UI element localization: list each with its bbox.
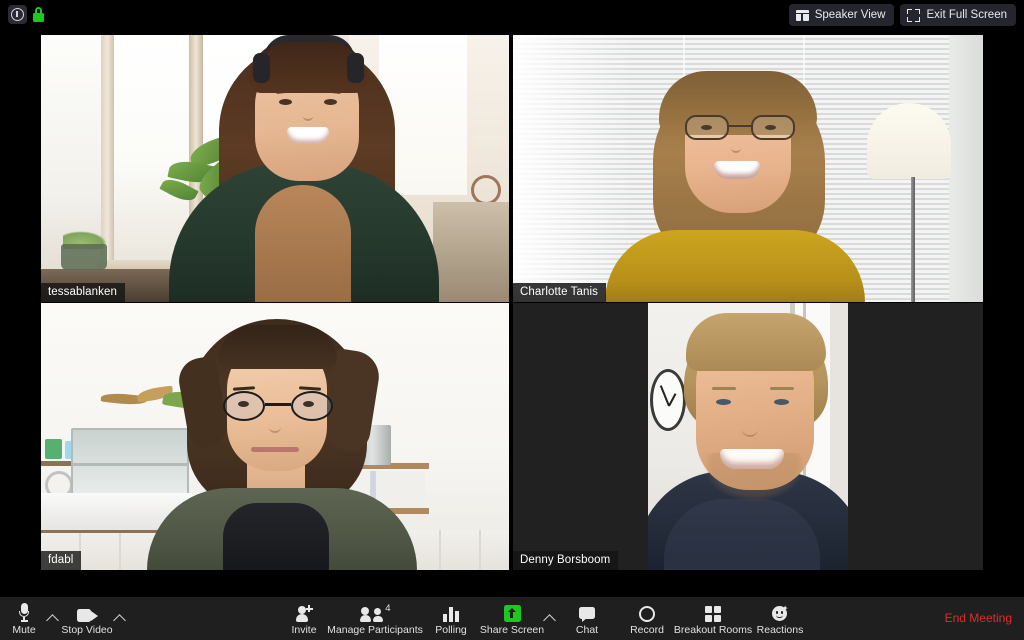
invite-label: Invite xyxy=(291,624,317,636)
breakout-rooms-button[interactable]: Breakout Rooms xyxy=(673,601,753,639)
info-circle-glyph xyxy=(11,8,24,21)
video-camera-icon xyxy=(76,601,98,622)
share-screen-label: Share Screen xyxy=(479,624,545,636)
zoom-meeting-window: Speaker View Exit Full Screen tessablank… xyxy=(0,0,1024,640)
microphone-icon xyxy=(19,601,29,622)
manage-participants-button[interactable]: 4 Manage Participants xyxy=(327,601,423,639)
participant-name-label: tessablanken xyxy=(41,283,125,302)
participant-name-label: Denny Borsboom xyxy=(513,551,619,570)
speaker-view-grid-icon xyxy=(795,9,809,21)
chat-label: Chat xyxy=(575,624,599,636)
manage-participants-label: Manage Participants xyxy=(327,624,423,636)
bar-chart-icon xyxy=(443,601,459,622)
mute-label: Mute xyxy=(12,624,36,636)
polling-label: Polling xyxy=(435,624,467,636)
video-feed-denny-borsboom xyxy=(648,303,848,570)
smiley-sparkle-icon: ✦ xyxy=(771,601,789,622)
meeting-controls-toolbar: Mute Stop Video Invite 4 Manage Particip xyxy=(0,597,1024,640)
encryption-lock-icon[interactable] xyxy=(33,7,44,22)
video-options-caret-icon[interactable] xyxy=(113,611,127,625)
video-feed-fdabl xyxy=(41,303,509,570)
end-meeting-button[interactable]: End Meeting xyxy=(945,611,1012,625)
top-bar: Speaker View Exit Full Screen xyxy=(0,0,1024,30)
record-label: Record xyxy=(630,624,664,636)
exit-full-screen-button[interactable]: Exit Full Screen xyxy=(900,4,1016,26)
meeting-info-icon[interactable] xyxy=(8,5,27,24)
share-options-caret-icon[interactable] xyxy=(543,611,557,625)
mute-button[interactable]: Mute xyxy=(6,601,42,639)
speaker-view-button[interactable]: Speaker View xyxy=(788,4,895,26)
top-bar-left-controls xyxy=(8,5,44,24)
participant-tile-tessablanken[interactable]: tessablanken xyxy=(41,35,509,302)
share-screen-icon xyxy=(503,601,521,622)
video-gallery: tessablanken Charlotte Tanis fdabl Denny… xyxy=(0,30,1024,597)
participant-tile-denny-borsboom[interactable]: Denny Borsboom xyxy=(513,303,983,570)
people-icon: 4 xyxy=(359,601,391,622)
participant-name-label: fdabl xyxy=(41,551,82,570)
speaker-view-label: Speaker View xyxy=(814,9,886,21)
lock-body-glyph xyxy=(33,13,44,22)
breakout-rooms-label: Breakout Rooms xyxy=(673,624,753,636)
exit-full-screen-label: Exit Full Screen xyxy=(926,9,1007,21)
top-bar-right-controls: Speaker View Exit Full Screen xyxy=(788,4,1016,26)
polling-button[interactable]: Polling xyxy=(428,601,474,639)
speech-bubble-icon xyxy=(579,601,595,622)
participant-tile-charlotte-tanis[interactable]: Charlotte Tanis xyxy=(513,35,983,302)
video-feed-charlotte-tanis xyxy=(513,35,983,302)
stop-video-button[interactable]: Stop Video xyxy=(56,601,118,639)
record-circle-icon xyxy=(639,601,655,622)
stop-video-label: Stop Video xyxy=(61,624,113,636)
add-person-icon xyxy=(295,601,313,622)
share-screen-button[interactable]: Share Screen xyxy=(478,601,546,639)
four-squares-icon xyxy=(705,601,721,622)
video-feed-tessablanken xyxy=(41,35,509,302)
reactions-button[interactable]: ✦ Reactions xyxy=(752,601,808,639)
participant-name-label: Charlotte Tanis xyxy=(513,283,606,302)
reactions-label: Reactions xyxy=(756,624,804,636)
chat-button[interactable]: Chat xyxy=(568,601,606,639)
invite-button[interactable]: Invite xyxy=(282,601,326,639)
record-button[interactable]: Record xyxy=(625,601,669,639)
participant-tile-fdabl[interactable]: fdabl xyxy=(41,303,509,570)
participant-count-badge: 4 xyxy=(385,603,391,614)
exit-fullscreen-icon xyxy=(907,8,921,22)
